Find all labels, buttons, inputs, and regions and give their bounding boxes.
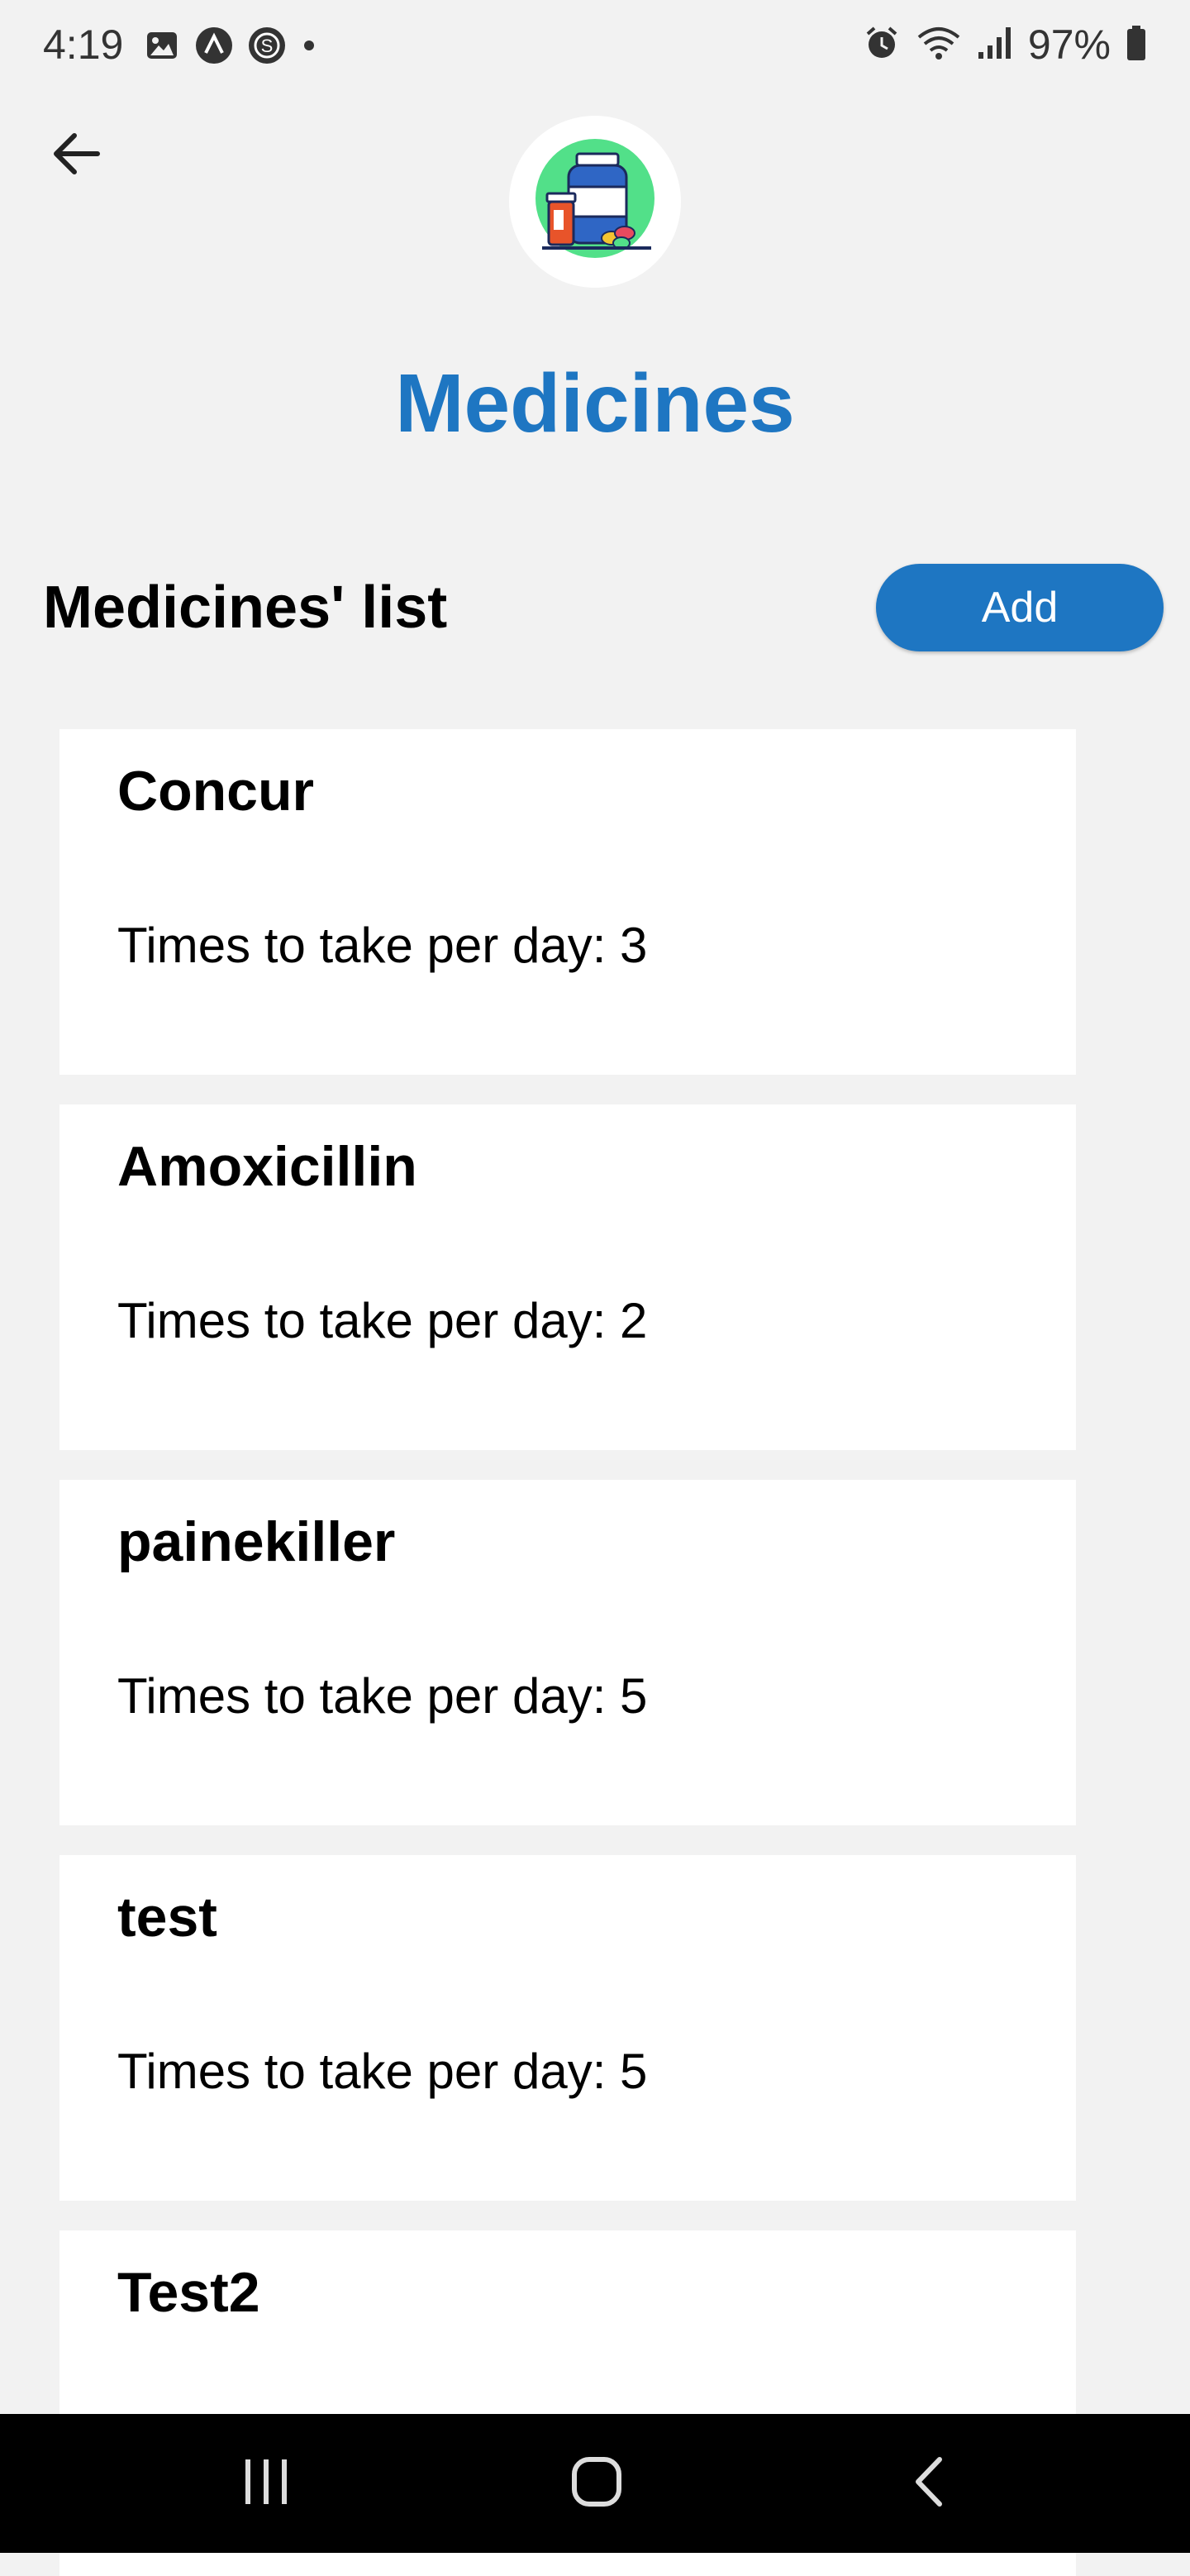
system-navigation-bar [0,2414,1190,2553]
page-title: Medicines [395,357,795,450]
alarm-icon [863,24,901,66]
status-time: 4:19 [43,21,124,68]
back-button[interactable] [45,124,107,187]
medicine-name: painekiller [117,1510,396,1573]
battery-percent: 97% [1027,21,1111,68]
medicine-card[interactable]: Concur Times to take per day: 3 [60,729,1076,1075]
home-button[interactable] [564,2450,630,2516]
back-chevron-icon [902,2453,959,2515]
medicine-times-per-day: Times to take per day: 3 [117,918,648,973]
wifi-icon [916,24,962,66]
recent-apps-icon [237,2453,295,2515]
arrow-left-icon [50,127,102,184]
medicine-times-per-day: Times to take per day: 5 [117,1668,648,1724]
app-icon [195,26,233,69]
medicine-name: Concur [117,760,314,823]
medicine-card[interactable]: test Times to take per day: 5 [60,1855,1076,2201]
svg-text:S: S [261,36,274,56]
status-system-icons: 97% [863,18,1147,71]
medicine-card[interactable]: Amoxicillin Times to take per day: 2 [60,1104,1076,1450]
medicine-name: Test2 [117,2261,260,2324]
skype-icon: S [248,26,286,69]
app-logo [509,116,681,288]
dot-icon [301,27,317,68]
medicine-times-per-day: Times to take per day: 2 [117,1293,648,1348]
nav-back-button[interactable] [897,2450,964,2516]
home-icon [568,2453,626,2515]
medicine-name: test [117,1886,217,1949]
status-notification-icons: S [144,26,317,69]
medicine-times-per-day: Times to take per day: 5 [117,2044,648,2099]
status-bar: 4:19 S 97% [0,0,1190,88]
battery-icon [1126,24,1147,66]
medicine-card[interactable]: painekiller Times to take per day: 5 [60,1480,1076,1825]
gallery-icon [144,27,180,68]
recent-apps-button[interactable] [233,2450,299,2516]
list-title: Medicines' list [43,575,448,641]
signal-icon [977,24,1013,66]
add-medicine-button[interactable]: Add [876,564,1164,651]
medicine-name: Amoxicillin [117,1135,417,1198]
